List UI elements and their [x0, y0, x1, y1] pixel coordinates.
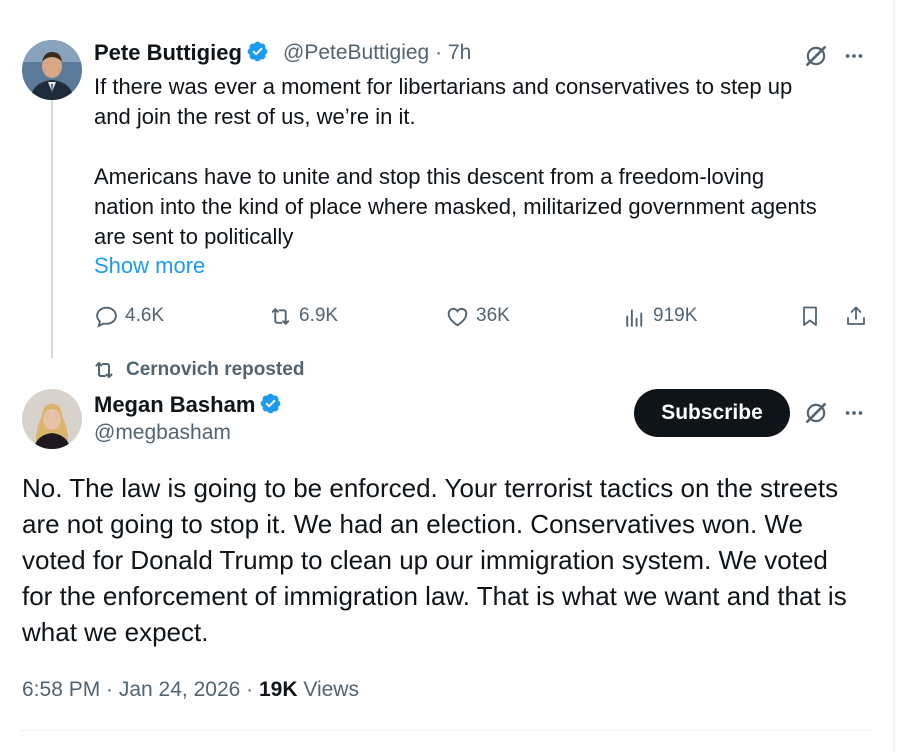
post-text-line: what we expect.: [22, 617, 209, 647]
divider: [20, 730, 872, 731]
post-metadata: 6:58 PM · Jan 24, 2026 · 19K Views: [22, 678, 359, 702]
thread-line: [51, 100, 53, 358]
post-text-line: for the enforcement of immigration law. …: [22, 581, 847, 611]
post-text-line: are sent to politically: [94, 224, 294, 249]
like-button[interactable]: 36K: [445, 303, 510, 329]
separator: ·: [435, 41, 443, 64]
subscribe-button[interactable]: Subscribe: [634, 389, 790, 437]
author-name[interactable]: Pete Buttigieg: [94, 40, 242, 65]
repost-banner: Cernovich reposted: [92, 358, 304, 382]
views-button[interactable]: 919K: [622, 303, 697, 329]
repost-count: 6.9K: [299, 305, 339, 326]
avatar-megan[interactable]: [22, 389, 82, 449]
reply-icon: [96, 306, 117, 328]
view-count: 19K: [258, 678, 298, 701]
column-border: [893, 0, 895, 752]
post-text-line: nation into the kind of place where mask…: [94, 194, 817, 219]
post-text-line: No. The law is going to be enforced. You…: [22, 473, 839, 503]
author-name[interactable]: Megan Basham: [94, 392, 255, 417]
grok-icon[interactable]: [800, 397, 832, 429]
post-time[interactable]: 7h: [448, 41, 471, 64]
post-text: If there was ever a moment for libertari…: [94, 72, 884, 252]
reply-button[interactable]: 4.6K: [94, 303, 164, 329]
author-handle[interactable]: @megbasham: [94, 421, 231, 445]
share-icon[interactable]: [842, 302, 870, 330]
verified-badge-icon: [247, 41, 268, 62]
repost-icon: [95, 362, 113, 378]
post-text-line: voted for Donald Trump to clean up our i…: [22, 545, 828, 575]
show-more-link[interactable]: Show more: [94, 253, 205, 279]
post-text-line: If there was ever a moment for libertari…: [94, 74, 793, 99]
post-text-line: Americans have to unite and stop this de…: [94, 164, 765, 189]
like-count: 36K: [476, 305, 510, 326]
repost-button[interactable]: 6.9K: [268, 303, 338, 329]
more-icon[interactable]: [838, 397, 870, 429]
more-icon[interactable]: [838, 40, 870, 72]
post-text-line: are not going to stop it. We had an elec…: [22, 509, 803, 539]
views-icon: [626, 308, 643, 327]
repost-icon: [271, 307, 290, 325]
avatar-pete[interactable]: [22, 40, 82, 100]
reply-count: 4.6K: [125, 305, 165, 326]
views-count: 919K: [653, 305, 698, 326]
author-handle[interactable]: @PeteButtigieg: [283, 41, 429, 64]
post-timestamp[interactable]: 6:58 PM · Jan 24, 2026 ·: [22, 678, 259, 701]
post-text-line: and join the rest of us, we’re in it.: [94, 104, 416, 129]
verified-badge-icon: [261, 393, 281, 414]
post-text: No. The law is going to be enforced. You…: [22, 470, 882, 650]
like-icon: [447, 307, 468, 326]
bookmark-icon[interactable]: [796, 302, 824, 330]
repost-banner-text[interactable]: Cernovich reposted: [126, 359, 304, 381]
grok-icon[interactable]: [800, 40, 832, 72]
views-label: Views: [297, 678, 359, 701]
